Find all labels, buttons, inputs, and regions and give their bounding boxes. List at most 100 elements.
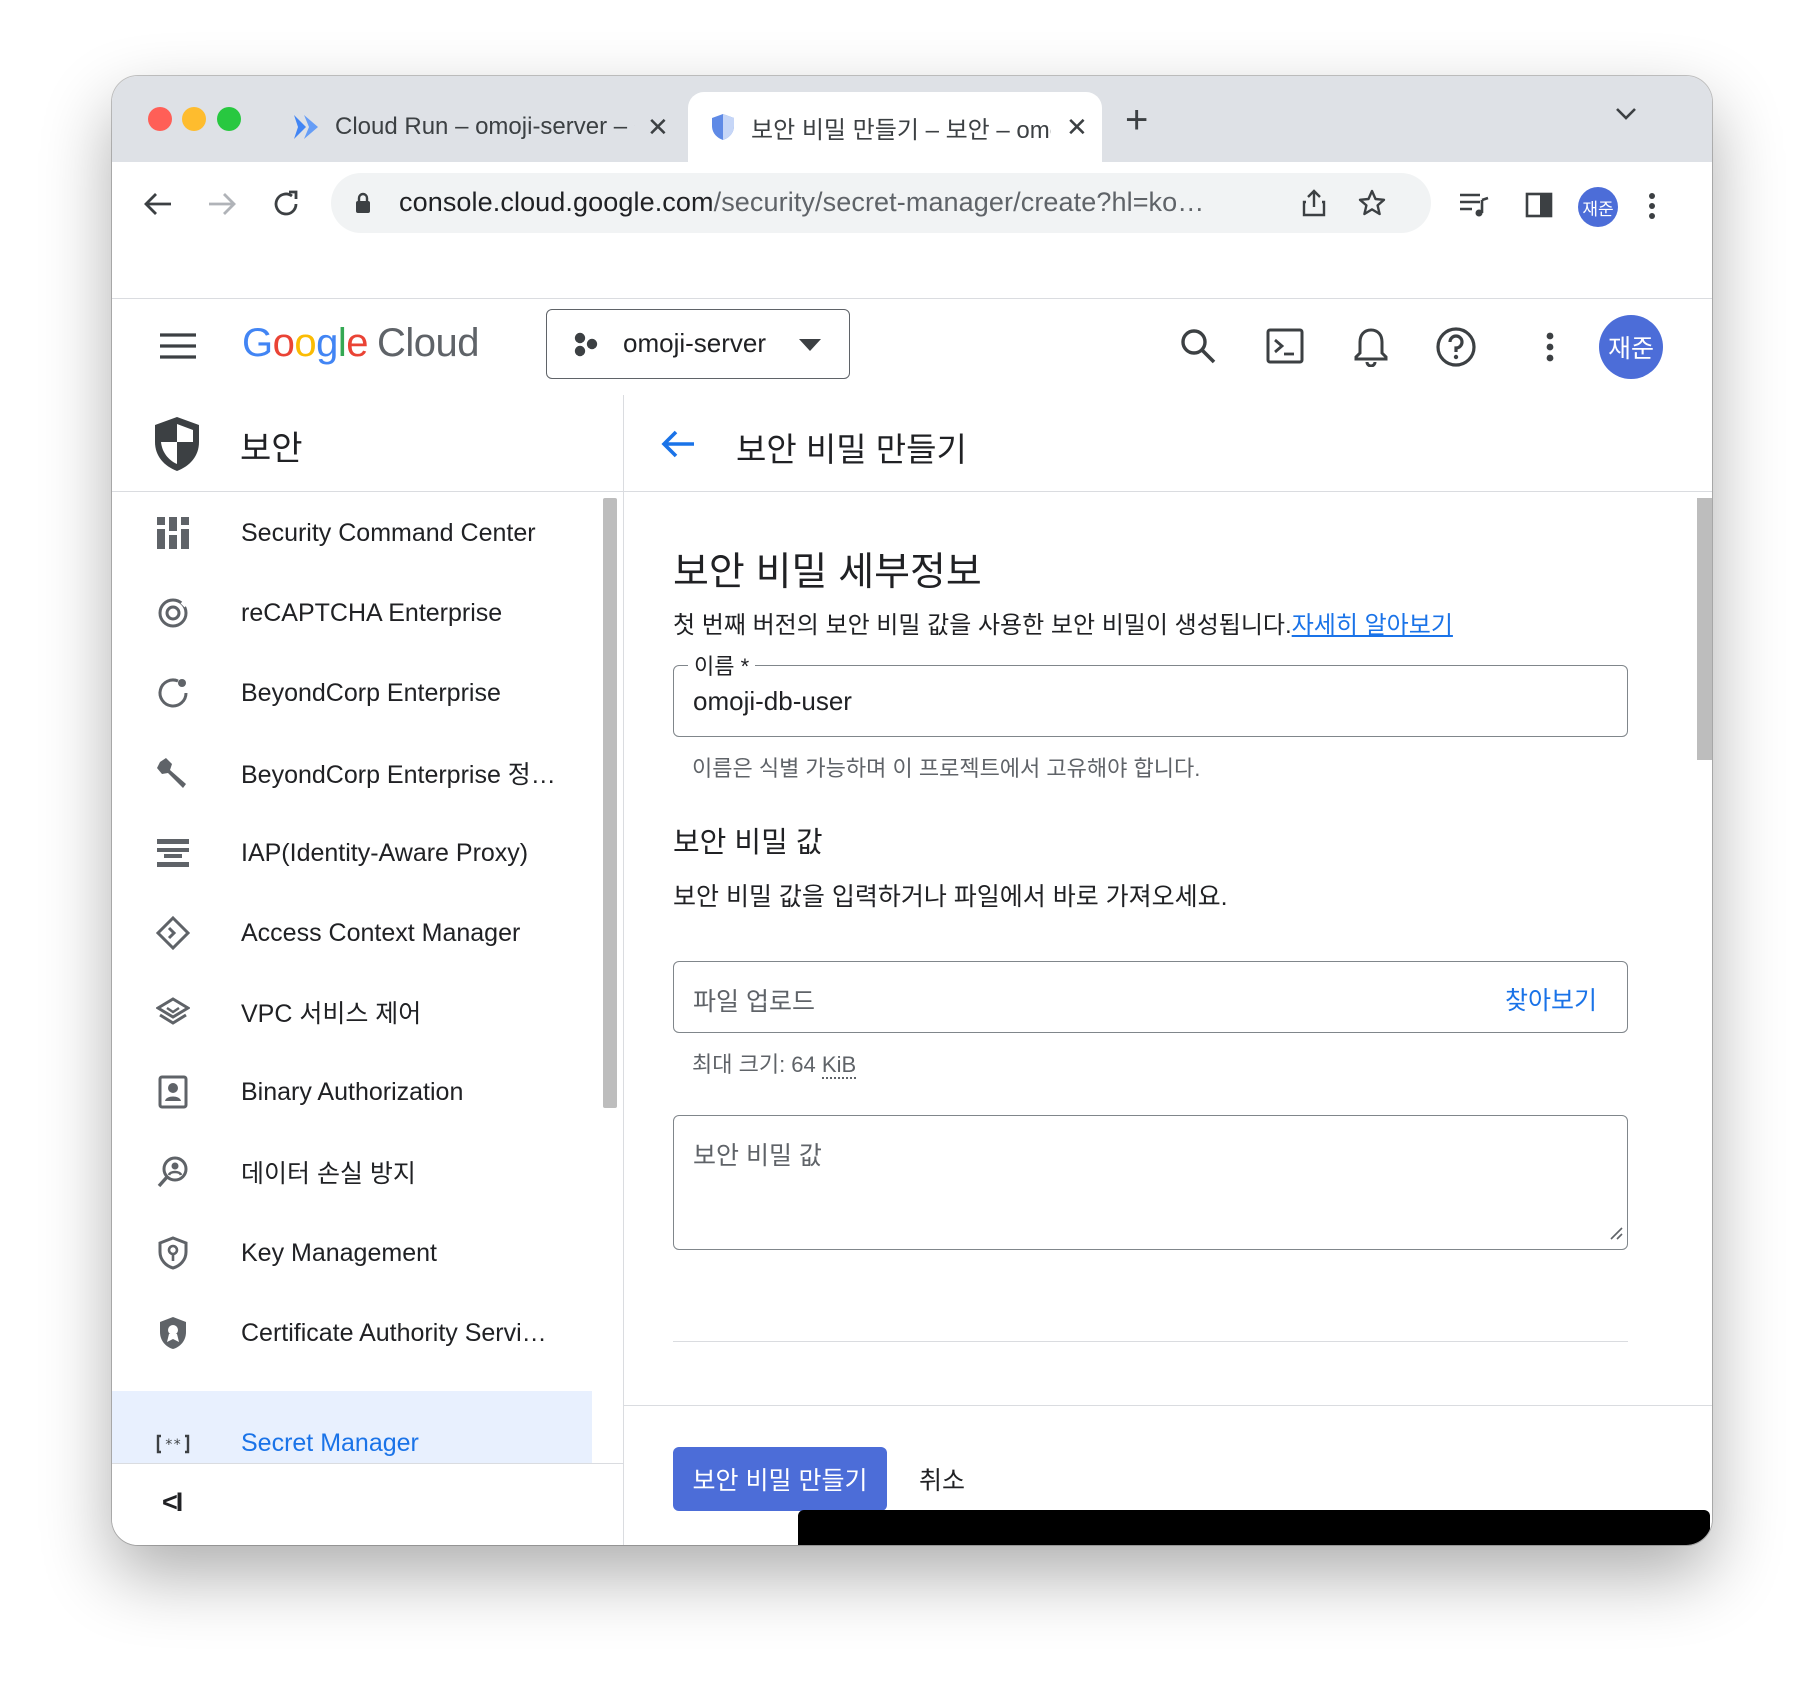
learn-more-link[interactable]: 자세히 알아보기	[1292, 612, 1453, 639]
layers-icon	[156, 995, 190, 1029]
minimize-window-button[interactable]	[182, 107, 206, 131]
sidebar-item-beyondcorp-policy[interactable]: BeyondCorp Enterprise 정…	[112, 733, 592, 813]
cloud-shell-icon[interactable]	[1264, 325, 1306, 367]
close-window-button[interactable]	[148, 107, 172, 131]
menu-icon[interactable]	[158, 329, 198, 363]
more-vert-icon[interactable]	[1642, 186, 1662, 226]
sidebar-item-iap[interactable]: IAP(Identity-Aware Proxy)	[112, 813, 592, 893]
secret-icon: **	[156, 1427, 190, 1461]
browse-button[interactable]: 찾아보기	[1505, 981, 1597, 1017]
sidebar-item-label: IAP(Identity-Aware Proxy)	[241, 838, 529, 867]
logo-letter: e	[346, 321, 369, 365]
bookmark-star-icon[interactable]	[1356, 187, 1388, 219]
dashboard-icon	[156, 516, 190, 550]
google-cloud-logo[interactable]: Google Cloud	[242, 321, 480, 366]
back-icon[interactable]	[138, 184, 178, 224]
help-icon[interactable]	[1434, 325, 1478, 369]
logo-letter: o	[294, 321, 317, 365]
sidebar: 보안 Security Command Center reCAPTCHA Ent…	[112, 395, 624, 1545]
wrench-icon	[156, 756, 190, 790]
sidebar-item-key-management[interactable]: Key Management	[112, 1213, 592, 1293]
gcp-header: Google Cloud omoji-server 재준	[112, 298, 1712, 396]
tab-create-secret[interactable]: 보안 비밀 만들기 – 보안 – omoji-se ✕	[688, 92, 1102, 162]
divider	[112, 1463, 623, 1464]
more-vert-icon[interactable]	[1540, 327, 1560, 367]
url-host: console.cloud.google.com	[399, 187, 714, 217]
key-shield-icon	[156, 1236, 190, 1270]
sidebar-item-access-context-manager[interactable]: Access Context Manager	[112, 893, 592, 973]
dropdown-arrow-icon	[799, 338, 821, 356]
sidebar-item-security-command-center[interactable]: Security Command Center	[112, 493, 592, 573]
profile-avatar[interactable]: 재준	[1578, 187, 1618, 227]
reload-icon[interactable]	[266, 184, 306, 224]
logo-letter: l	[337, 321, 347, 365]
name-hint: 이름은 식별 가능하며 이 프로젝트에서 고유해야 합니다.	[692, 756, 1201, 781]
project-name: omoji-server	[623, 328, 767, 358]
collapse-sidebar-button[interactable]: <I	[162, 1487, 183, 1518]
footer-divider	[624, 1405, 1712, 1406]
logo-letter: o	[272, 321, 295, 365]
name-field[interactable]: 이름 * omoji-db-user	[673, 649, 1628, 737]
sidebar-item-label: VPC 서비스 제어	[241, 1000, 422, 1028]
notifications-bell-icon[interactable]	[1350, 323, 1392, 369]
sidebar-item-label: Security Command Center	[241, 518, 536, 547]
logo-letter: g	[316, 321, 338, 365]
sidebar-item-recaptcha-enterprise[interactable]: reCAPTCHA Enterprise	[112, 573, 592, 653]
upload-placeholder: 파일 업로드	[693, 988, 815, 1016]
media-queue-icon[interactable]	[1457, 188, 1491, 222]
section-description: 첫 번째 버전의 보안 비밀 값을 사용한 보안 비밀이 생성됩니다.자세히 알…	[673, 605, 1453, 640]
url-path: /security/secret-manager/create?hl=ko…	[713, 187, 1205, 217]
sidebar-item-binary-authorization[interactable]: Binary Authorization	[112, 1052, 592, 1132]
main-content: 보안 비밀 만들기 보안 비밀 세부정보 첫 번째 버전의 보안 비밀 값을 사…	[624, 395, 1712, 1545]
anchor	[673, 1395, 674, 1396]
new-tab-button[interactable]: +	[1125, 98, 1148, 143]
secret-value-description: 보안 비밀 값을 입력하거나 파일에서 바로 가져오세요.	[673, 883, 1228, 911]
close-tab-icon[interactable]: ✕	[647, 112, 669, 143]
forward-icon[interactable]	[202, 184, 242, 224]
sidebar-item-label: Access Context Manager	[241, 918, 521, 947]
main-scrollbar[interactable]	[1697, 498, 1712, 760]
secret-value-textarea[interactable]: 보안 비밀 값	[673, 1115, 1628, 1250]
name-input[interactable]: omoji-db-user	[693, 686, 852, 717]
back-arrow-icon[interactable]	[659, 425, 697, 463]
max-size-text: 최대 크기: 64 KiB	[692, 1047, 857, 1079]
close-tab-icon[interactable]: ✕	[1066, 112, 1088, 143]
cancel-button[interactable]: 취소	[919, 1461, 965, 1497]
side-panel-icon[interactable]	[1522, 188, 1556, 222]
sidebar-item-label: Binary Authorization	[241, 1077, 464, 1106]
sidebar-item-vpc-service-controls[interactable]: VPC 서비스 제어	[112, 972, 592, 1052]
account-avatar[interactable]: 재준	[1599, 315, 1663, 379]
sidebar-item-beyondcorp-enterprise[interactable]: BeyondCorp Enterprise	[112, 653, 592, 733]
sidebar-item-secret-manager[interactable]: ** Secret Manager	[112, 1391, 592, 1463]
resize-handle-icon[interactable]	[1607, 1224, 1623, 1245]
create-secret-button[interactable]: 보안 비밀 만들기	[673, 1447, 887, 1511]
file-upload-field[interactable]: 파일 업로드 찾아보기	[673, 961, 1628, 1033]
sidebar-item-label: BeyondCorp Enterprise	[241, 678, 501, 707]
sidebar-item-data-loss-prevention[interactable]: 데이터 손실 방지	[112, 1132, 592, 1212]
sidebar-item-label: BeyondCorp Enterprise 정…	[241, 761, 556, 789]
lock-icon[interactable]	[353, 191, 373, 215]
sidebar-item-certificate-authority[interactable]: Certificate Authority Servi…	[112, 1293, 592, 1373]
sidebar-item-label: 데이터 손실 방지	[241, 1160, 416, 1188]
sidebar-scrollbar[interactable]	[603, 498, 617, 1108]
iap-icon	[156, 836, 190, 870]
search-icon[interactable]	[1177, 325, 1219, 367]
address-bar[interactable]: console.cloud.google.com/security/secret…	[331, 173, 1431, 233]
sidebar-item-label: Secret Manager	[241, 1429, 419, 1457]
project-selector[interactable]: omoji-server	[546, 309, 850, 379]
overlay-bar	[798, 1510, 1710, 1545]
share-icon[interactable]	[1299, 188, 1329, 218]
cloud-wordmark: Cloud	[377, 321, 480, 365]
description-text: 첫 번째 버전의 보안 비밀 값을 사용한 보안 비밀이 생성됩니다.	[673, 612, 1292, 639]
chevron-down-icon[interactable]	[1614, 106, 1638, 127]
certificate-icon	[156, 1316, 190, 1350]
google-wordmark: Google	[242, 321, 369, 365]
secret-value-placeholder: 보안 비밀 값	[693, 1142, 822, 1170]
svg-text:**: **	[165, 1437, 182, 1453]
max-size-unit: KiB	[821, 1052, 857, 1079]
name-label: 이름 *	[688, 649, 756, 681]
tab-cloud-run[interactable]: Cloud Run – omoji-server – Go ✕	[272, 92, 682, 162]
logo-letter: G	[242, 321, 273, 365]
sidebar-title: 보안	[240, 430, 303, 468]
maximize-window-button[interactable]	[217, 107, 241, 131]
